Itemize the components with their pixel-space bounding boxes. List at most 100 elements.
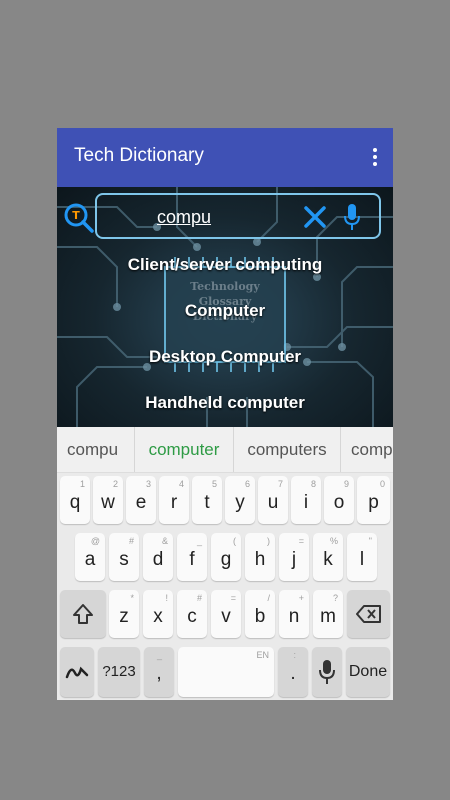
key-hint: ?: [332, 593, 338, 603]
search-box: [95, 193, 381, 239]
suggestion-item[interactable]: Client/server computing: [57, 253, 393, 299]
overflow-menu-icon[interactable]: [371, 148, 379, 168]
key-hint: /: [267, 593, 270, 603]
key-hint: EN: [256, 650, 269, 660]
word-suggestion[interactable]: comp: [341, 427, 393, 472]
key-s[interactable]: # s: [109, 533, 139, 581]
key-label: y: [235, 492, 245, 513]
key-label: .: [290, 663, 296, 684]
key-f[interactable]: _ f: [177, 533, 207, 581]
key-label: f: [189, 549, 195, 570]
key-hint: %: [329, 536, 338, 546]
backspace-icon: [356, 605, 381, 623]
key-y[interactable]: 6y: [225, 476, 255, 524]
key-b[interactable]: / b: [245, 590, 275, 638]
key-l[interactable]: " l: [347, 533, 377, 581]
close-icon[interactable]: [303, 205, 327, 229]
key-label: i: [303, 492, 309, 513]
key-label: r: [170, 492, 178, 513]
key-hint: #: [128, 536, 134, 546]
suggestion-list: Client/server computing Computer Desktop…: [57, 253, 393, 427]
key-hint: 4: [178, 479, 184, 489]
key-hint: _: [196, 536, 202, 546]
key-label: z: [119, 606, 129, 627]
key-n[interactable]: + n: [279, 590, 309, 638]
space-key[interactable]: EN: [178, 647, 274, 697]
key-hint: ": [368, 536, 372, 546]
key-p[interactable]: 0p: [357, 476, 390, 524]
mic-icon: [319, 660, 335, 684]
key-w[interactable]: 2w: [93, 476, 123, 524]
key-o[interactable]: 9o: [324, 476, 354, 524]
key-hint: ): [267, 536, 270, 546]
key-g[interactable]: (g: [211, 533, 241, 581]
key-label: u: [267, 492, 279, 513]
key-label: n: [288, 606, 300, 627]
key-h[interactable]: ) h: [245, 533, 275, 581]
key-hint: (: [233, 536, 236, 546]
word-suggestion[interactable]: computer: [135, 427, 234, 472]
key-hint: 2: [112, 479, 118, 489]
symbols-key[interactable]: ?123: [98, 647, 140, 697]
key-d[interactable]: & d: [143, 533, 173, 581]
key-r[interactable]: 4r: [159, 476, 189, 524]
key-c[interactable]: # c: [177, 590, 207, 638]
svg-text:T: T: [72, 209, 80, 222]
comma-key[interactable]: _,: [144, 647, 174, 697]
done-key[interactable]: Done: [346, 647, 390, 697]
handwriting-icon: [65, 666, 89, 679]
key-x[interactable]: ! x: [143, 590, 173, 638]
key-label: l: [359, 549, 365, 570]
key-label: w: [101, 492, 115, 513]
key-label: q: [69, 492, 81, 513]
search-input[interactable]: [157, 205, 277, 229]
key-a[interactable]: @ a: [75, 533, 105, 581]
key-hint: +: [298, 593, 304, 603]
key-hint: 1: [79, 479, 85, 489]
suggestion-item[interactable]: Computer: [57, 299, 393, 345]
key-hint: 5: [211, 479, 217, 489]
hero-background: Technology Glossary Dictionary T Client/…: [57, 187, 393, 427]
key-q[interactable]: 1q: [60, 476, 90, 524]
voice-key[interactable]: [312, 647, 342, 697]
key-hint: 8: [310, 479, 316, 489]
suggestion-item[interactable]: Handheld computer: [57, 391, 393, 427]
on-screen-keyboard: 1q 2w 3e 4r 5t 6y 7u 8i 9o 0p @ a # s & d _…: [57, 473, 393, 700]
search-icon[interactable]: T: [63, 202, 95, 234]
key-hint: 0: [379, 479, 385, 489]
key-hint: 9: [343, 479, 349, 489]
key-hint: 6: [244, 479, 250, 489]
key-label: b: [254, 606, 266, 627]
key-e[interactable]: 3e: [126, 476, 156, 524]
key-v[interactable]: = v: [211, 590, 241, 638]
key-k[interactable]: % k: [313, 533, 343, 581]
shift-key[interactable]: [60, 590, 106, 638]
mic-icon[interactable]: [343, 203, 361, 231]
key-hint: !: [165, 593, 168, 603]
suggestion-item[interactable]: Desktop Computer: [57, 345, 393, 391]
key-hint: 3: [145, 479, 151, 489]
word-suggestion[interactable]: computers: [234, 427, 341, 472]
handwriting-key[interactable]: [60, 647, 94, 697]
key-label: s: [119, 549, 129, 570]
app-bar: Tech Dictionary: [57, 128, 393, 187]
key-label: p: [368, 492, 379, 513]
word-suggestion[interactable]: compu: [57, 427, 135, 472]
key-t[interactable]: 5t: [192, 476, 222, 524]
key-label: g: [220, 549, 232, 570]
key-z[interactable]: * z: [109, 590, 139, 638]
period-key[interactable]: :.: [278, 647, 308, 697]
backspace-key[interactable]: [347, 590, 390, 638]
key-hint: =: [298, 536, 304, 546]
key-label: Done: [348, 663, 388, 680]
key-hint: #: [196, 593, 202, 603]
key-hint: @: [90, 536, 100, 546]
key-m[interactable]: ? m: [313, 590, 343, 638]
key-hint: =: [230, 593, 236, 603]
key-u[interactable]: 7u: [258, 476, 288, 524]
key-label: ,: [156, 663, 162, 684]
key-j[interactable]: = j: [279, 533, 309, 581]
key-i[interactable]: 8i: [291, 476, 321, 524]
shift-icon: [73, 604, 93, 624]
key-label: e: [135, 492, 147, 513]
